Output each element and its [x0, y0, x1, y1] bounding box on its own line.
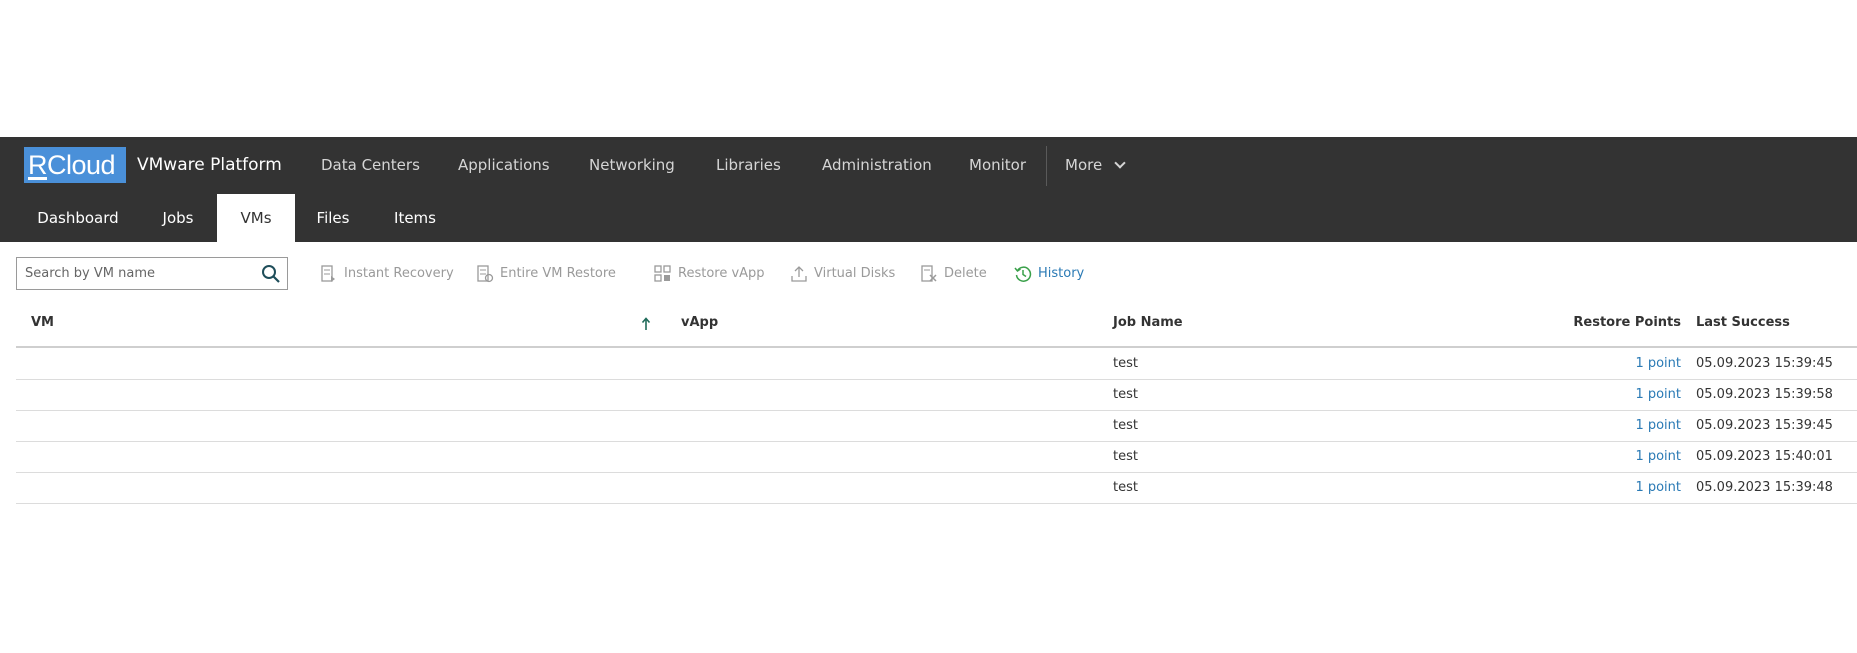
app-title: VMware Platform [137, 155, 282, 175]
restore-points-link[interactable]: 1 point [1476, 473, 1681, 503]
tab-files[interactable]: Files [305, 194, 361, 242]
cell-job-name: test [1113, 418, 1138, 433]
cell-last-success: 05.09.2023 15:40:01 [1696, 449, 1833, 464]
delete-label: Delete [944, 266, 987, 281]
top-nav-bar: RCloud VMware Platform Data Centers Appl… [0, 137, 1857, 194]
table-row[interactable]: test 1 point 05.09.2023 15:39:45 [16, 349, 1857, 380]
entire-vm-restore-label: Entire VM Restore [500, 266, 616, 281]
column-header-last-success[interactable]: Last Success [1696, 308, 1790, 346]
virtual-disks-button[interactable]: Virtual Disks [790, 262, 900, 286]
nav-libraries[interactable]: Libraries [716, 137, 781, 194]
restore-vapp-label: Restore vApp [678, 266, 765, 281]
nav-divider [1046, 146, 1047, 186]
nav-more-label: More [1065, 156, 1103, 174]
delete-icon [921, 265, 937, 282]
cell-last-success: 05.09.2023 15:39:45 [1696, 356, 1833, 371]
restore-points-link[interactable]: 1 point [1476, 380, 1681, 410]
grid-header: VM vApp Job Name Restore Points Last Suc… [16, 308, 1857, 348]
table-row[interactable]: test 1 point 05.09.2023 15:40:01 [16, 442, 1857, 473]
sort-ascending-icon[interactable] [641, 317, 651, 331]
restore-points-link[interactable]: 1 point [1476, 411, 1681, 441]
instant-recovery-button[interactable]: Instant Recovery [320, 262, 460, 286]
nav-administration[interactable]: Administration [822, 137, 932, 194]
logo-text: Cloud [47, 150, 116, 180]
cell-job-name: test [1113, 356, 1138, 371]
restore-points-link[interactable]: 1 point [1476, 442, 1681, 472]
table-row[interactable]: test 1 point 05.09.2023 15:39:45 [16, 411, 1857, 442]
virtual-disks-label: Virtual Disks [814, 266, 896, 281]
cell-job-name: test [1113, 387, 1138, 402]
cell-job-name: test [1113, 449, 1138, 464]
nav-applications[interactable]: Applications [458, 137, 550, 194]
upload-disk-icon [791, 266, 807, 282]
tab-items[interactable]: Items [386, 194, 444, 242]
nav-more-menu[interactable]: More [1065, 137, 1126, 194]
nav-networking[interactable]: Networking [589, 137, 675, 194]
column-header-job-name[interactable]: Job Name [1113, 308, 1183, 346]
nav-monitor[interactable]: Monitor [969, 137, 1026, 194]
restore-vapp-icon [654, 265, 671, 282]
table-row[interactable]: test 1 point 05.09.2023 15:39:48 [16, 473, 1857, 504]
history-label: History [1038, 266, 1085, 281]
restore-vapp-button[interactable]: Restore vApp [654, 262, 774, 286]
tab-jobs[interactable]: Jobs [148, 194, 208, 242]
column-header-restore-points[interactable]: Restore Points [1476, 308, 1681, 346]
delete-button[interactable]: Delete [920, 262, 1000, 286]
tab-dashboard[interactable]: Dashboard [22, 194, 134, 242]
table-row[interactable]: test 1 point 05.09.2023 15:39:58 [16, 380, 1857, 411]
cell-job-name: test [1113, 480, 1138, 495]
sub-tab-bar: Dashboard Jobs VMs Files Items [0, 194, 1857, 242]
cell-last-success: 05.09.2023 15:39:58 [1696, 387, 1833, 402]
instant-recovery-label: Instant Recovery [344, 266, 454, 281]
entire-vm-restore-icon [477, 265, 494, 283]
column-header-vapp[interactable]: vApp [681, 308, 718, 346]
search-box [16, 257, 288, 290]
entire-vm-restore-button[interactable]: Entire VM Restore [476, 262, 626, 286]
chevron-down-icon [1114, 157, 1126, 169]
cell-last-success: 05.09.2023 15:39:48 [1696, 480, 1833, 495]
instant-recovery-icon [321, 265, 335, 282]
search-input[interactable] [25, 258, 255, 289]
restore-points-link[interactable]: 1 point [1476, 349, 1681, 379]
tab-vms[interactable]: VMs [217, 194, 295, 242]
history-icon [1014, 266, 1032, 282]
cell-last-success: 05.09.2023 15:39:45 [1696, 418, 1833, 433]
column-header-vm[interactable]: VM [31, 308, 54, 346]
nav-data-centers[interactable]: Data Centers [321, 137, 420, 194]
search-icon[interactable] [261, 264, 281, 284]
brand-logo[interactable]: RCloud [24, 147, 126, 183]
history-button[interactable]: History [1014, 262, 1094, 286]
logo-letter: R [28, 150, 48, 180]
